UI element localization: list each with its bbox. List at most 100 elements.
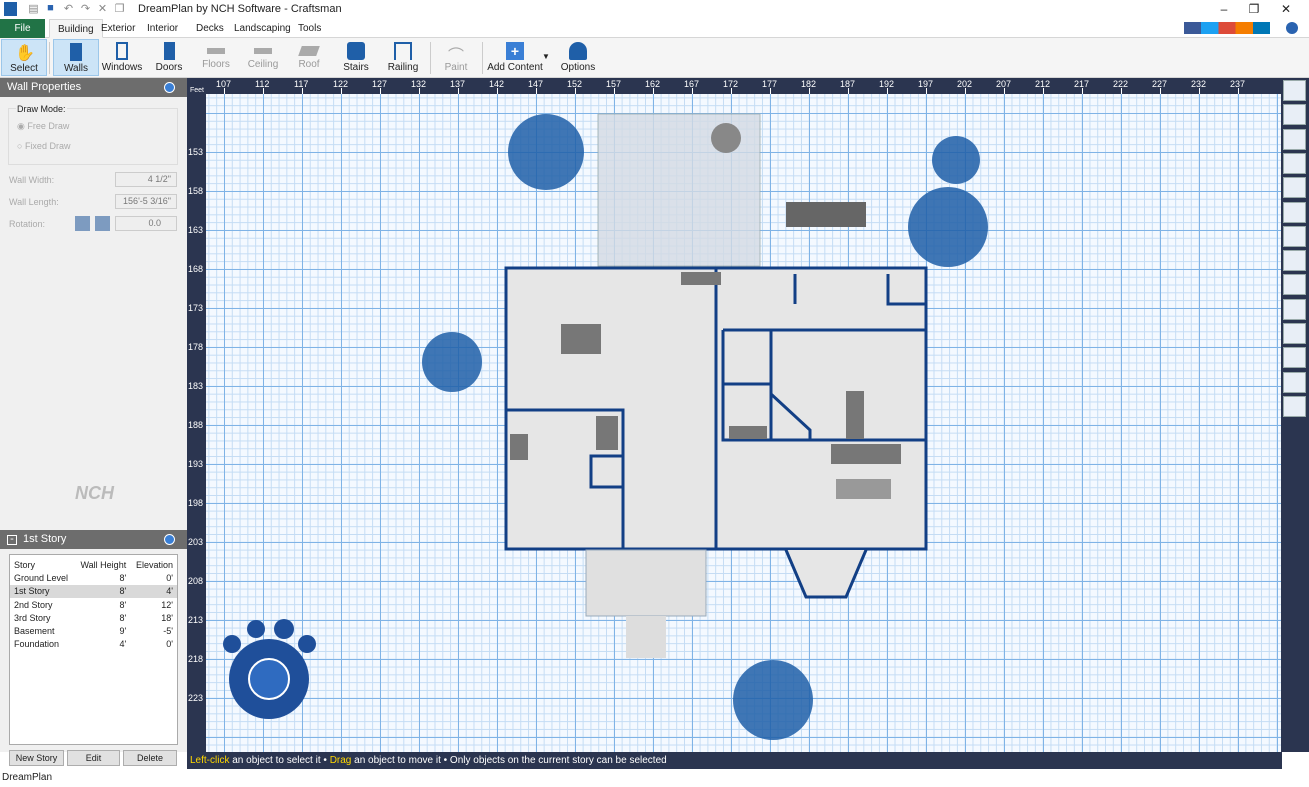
edit-story-button[interactable]: Edit bbox=[67, 750, 120, 766]
undo-icon[interactable]: ↶ bbox=[62, 2, 75, 15]
floor-icon[interactable] bbox=[1283, 226, 1306, 247]
page-icon[interactable] bbox=[1283, 177, 1306, 198]
table-row[interactable]: 1st Story8'4' bbox=[10, 585, 177, 598]
minimize-button[interactable]: – bbox=[1210, 2, 1238, 16]
railing-icon bbox=[394, 42, 412, 60]
floor-plan-canvas[interactable] bbox=[206, 94, 1281, 752]
free-draw-radio[interactable]: ◉ Free Draw bbox=[17, 121, 69, 132]
ruler-tick-label: 178 bbox=[188, 342, 203, 352]
rotation-field[interactable]: 0.0 bbox=[115, 216, 177, 231]
windows-label: Windows bbox=[102, 62, 143, 73]
ruler-tick-label: 208 bbox=[188, 576, 203, 586]
table-cell: 8' bbox=[74, 611, 130, 624]
railing-button[interactable]: Railing bbox=[380, 39, 426, 76]
doors-button[interactable]: Doors bbox=[146, 39, 192, 76]
floors-button[interactable]: Floors bbox=[193, 39, 239, 76]
table-row[interactable]: Foundation4'0' bbox=[10, 638, 177, 651]
magnet-icon[interactable] bbox=[1283, 323, 1306, 344]
app-name-label: DreamPlan bbox=[2, 772, 52, 783]
tab-interior[interactable]: Interior bbox=[139, 19, 186, 38]
wall-length-label: Wall Length: bbox=[9, 197, 59, 207]
delete-story-button[interactable]: Delete bbox=[123, 750, 177, 766]
redo-icon[interactable]: ↷ bbox=[79, 2, 92, 15]
select-label: Select bbox=[10, 63, 38, 74]
3d-box-icon[interactable] bbox=[1283, 202, 1306, 223]
copy-icon[interactable]: ❐ bbox=[113, 2, 126, 15]
paint-icon: ⌒ bbox=[447, 42, 465, 60]
wall-length-field[interactable]: 156'-5 3/16" bbox=[115, 194, 177, 209]
redo-view-icon[interactable] bbox=[1283, 129, 1306, 150]
wall-width-field[interactable]: 4 1/2" bbox=[115, 172, 177, 187]
free-draw-label: Free Draw bbox=[27, 121, 69, 131]
add-content-icon: + bbox=[506, 42, 524, 60]
fixed-draw-radio[interactable]: ○ Fixed Draw bbox=[17, 141, 70, 151]
rotate-right-icon[interactable] bbox=[95, 216, 110, 231]
social-icons[interactable] bbox=[1184, 22, 1270, 34]
stairs-button[interactable]: Stairs bbox=[333, 39, 379, 76]
table-header: StoryWall HeightElevation bbox=[10, 558, 177, 571]
tab-tools[interactable]: Tools bbox=[290, 19, 329, 38]
tab-exterior[interactable]: Exterior bbox=[93, 19, 143, 38]
column-header: Elevation bbox=[130, 558, 177, 571]
print-icon[interactable]: ▤ bbox=[27, 2, 40, 15]
undo-view-icon[interactable] bbox=[1283, 104, 1306, 125]
table-cell: Basement bbox=[10, 624, 74, 637]
pan-icon[interactable] bbox=[1283, 80, 1306, 101]
collapse-icon[interactable] bbox=[164, 534, 175, 545]
ruler-tick-label: 203 bbox=[188, 537, 203, 547]
status-hint: an object to select it • bbox=[229, 755, 329, 766]
story-table: StoryWall HeightElevation Ground Level8'… bbox=[9, 554, 178, 745]
text-icon[interactable] bbox=[1283, 396, 1306, 417]
table-row[interactable]: Basement9'-5' bbox=[10, 624, 177, 637]
table-row[interactable]: 3rd Story8'18' bbox=[10, 611, 177, 624]
floorplan-icon[interactable] bbox=[1283, 347, 1306, 368]
cut-icon[interactable]: ✕ bbox=[96, 2, 109, 15]
add-content-dropdown-icon[interactable]: ▼ bbox=[542, 52, 550, 61]
table-cell: 2nd Story bbox=[10, 598, 74, 611]
nch-logo: NCH bbox=[75, 483, 114, 504]
tab-landscaping[interactable]: Landscaping bbox=[226, 19, 299, 38]
select-button[interactable]: ✋Select bbox=[1, 39, 47, 76]
ribbon-toolbar: ✋Select Walls Windows Doors Floors Ceili… bbox=[0, 38, 1309, 78]
table-cell: 0' bbox=[130, 638, 177, 651]
walls-button[interactable]: Walls bbox=[53, 39, 99, 76]
help-icon[interactable] bbox=[1286, 22, 1298, 34]
roof-icon bbox=[298, 46, 320, 56]
camera-icon[interactable] bbox=[1283, 372, 1306, 393]
delete-icon[interactable] bbox=[1283, 153, 1306, 174]
navigation-control[interactable] bbox=[223, 619, 316, 719]
table-row[interactable]: Ground Level8'0' bbox=[10, 571, 177, 584]
collapse-box-icon[interactable]: - bbox=[7, 535, 17, 545]
ruler-unit: Feet bbox=[190, 87, 204, 94]
options-button[interactable]: Options bbox=[555, 39, 601, 76]
front-steps bbox=[626, 616, 666, 658]
ruler-tick-label: 188 bbox=[188, 420, 203, 430]
layers-icon[interactable] bbox=[1283, 274, 1306, 295]
doors-label: Doors bbox=[156, 62, 183, 73]
add-content-button[interactable]: +Add Content bbox=[486, 39, 544, 76]
new-story-button[interactable]: New Story bbox=[9, 750, 64, 766]
ceiling-icon bbox=[254, 48, 272, 54]
table-cell: 18' bbox=[130, 611, 177, 624]
walls-label: Walls bbox=[64, 63, 88, 74]
tab-file[interactable]: File bbox=[0, 19, 45, 38]
paint-button[interactable]: ⌒Paint bbox=[433, 39, 479, 76]
roof-button[interactable]: Roof bbox=[286, 39, 332, 76]
stairs-icon bbox=[347, 42, 365, 60]
collapse-icon[interactable] bbox=[164, 82, 175, 93]
ceiling-button[interactable]: Ceiling bbox=[240, 39, 286, 76]
window-title: DreamPlan by NCH Software - Craftsman bbox=[138, 3, 342, 15]
rotate-left-icon[interactable] bbox=[75, 216, 90, 231]
floors-icon bbox=[207, 48, 225, 54]
horizontal-ruler: Feet107112117122127132137142147152157162… bbox=[187, 78, 1282, 94]
railing-label: Railing bbox=[388, 62, 419, 73]
save-icon[interactable]: ■ bbox=[44, 2, 57, 15]
close-button[interactable]: ✕ bbox=[1272, 2, 1300, 16]
paint-bucket-icon[interactable] bbox=[1283, 250, 1306, 271]
grid-icon[interactable] bbox=[1283, 299, 1306, 320]
table-cell: 8' bbox=[74, 598, 130, 611]
status-hint: Drag bbox=[330, 755, 352, 766]
restore-button[interactable]: ❐ bbox=[1240, 2, 1268, 16]
windows-button[interactable]: Windows bbox=[99, 39, 145, 76]
table-row[interactable]: 2nd Story8'12' bbox=[10, 598, 177, 611]
